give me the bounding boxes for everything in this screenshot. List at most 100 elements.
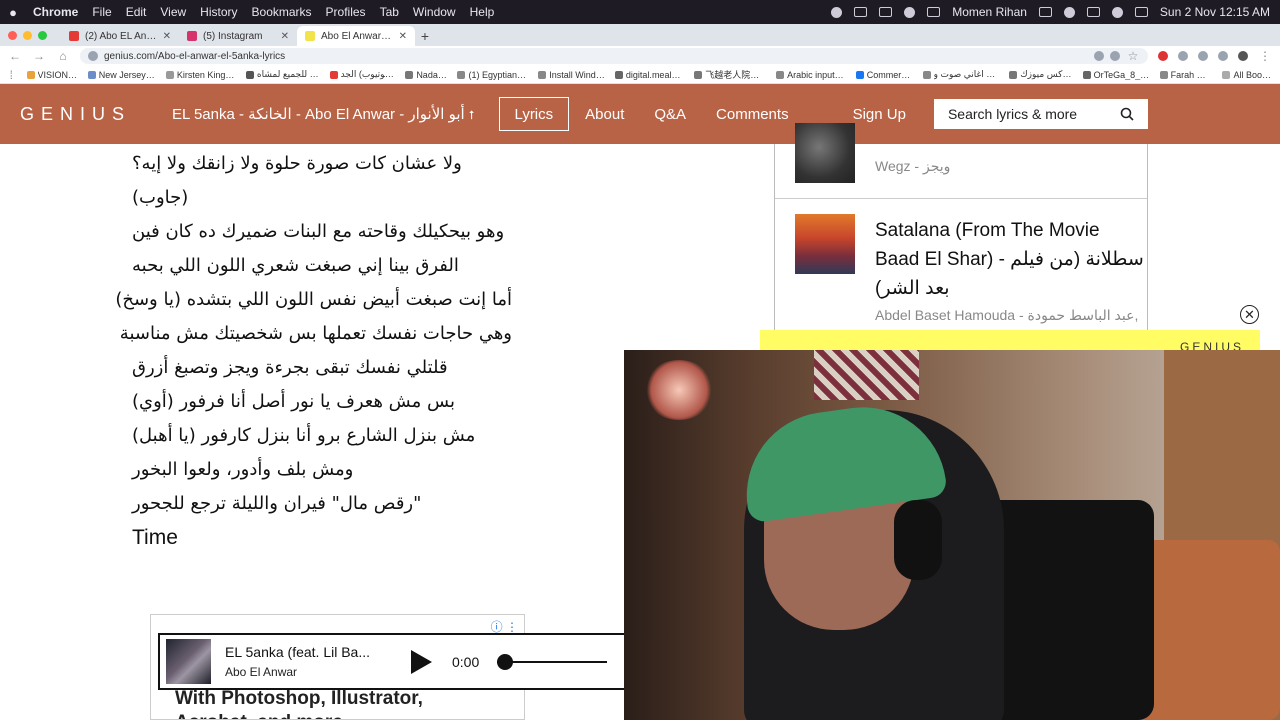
bookmark-item[interactable]: Farah Wahdan [1159,70,1212,80]
tab-instagram[interactable]: (5) Instagram ✕ [179,26,297,46]
menu-profiles[interactable]: Profiles [319,5,373,19]
status-app-icon[interactable] [831,6,843,18]
bookmark-item[interactable]: 飞越老人院电影_完... [694,68,766,81]
menu-chrome[interactable]: Chrome [26,5,85,19]
home-icon[interactable]: ⌂ [56,49,70,63]
close-ad-icon[interactable]: ✕ [1240,305,1259,324]
back-icon[interactable]: ← [8,49,22,63]
bookmark-item[interactable]: مجموعة اغاني صوت و... [922,69,999,80]
ad-text[interactable]: With Photoshop, Illustrator, Acrobat, and… [175,687,423,719]
bookmark-item[interactable]: VISION CLUB [26,70,78,80]
lyric-line[interactable]: (جاوب) [132,184,512,218]
bookmark-item[interactable]: Arabic input for Bo... [776,70,846,80]
lyric-line[interactable]: ومش بلف وأدور، ولعوا البخور [132,456,512,490]
control-center-icon[interactable] [1134,7,1148,17]
lyric-line[interactable]: أما إنت صبغت أبيض نفس اللون اللي بتشده (… [115,286,512,320]
bookmark-item[interactable]: السينما للجميع لمشاه... [245,69,320,80]
lyric-line[interactable]: بس مش هعرف يا نور أصل أنا فرفور (أوي) [132,388,512,422]
lyric-line[interactable]: الفرق بينا إني صبغت شعري اللون اللي بحبه [132,252,512,286]
minimize-window-button[interactable] [23,30,32,40]
menu-bookmarks[interactable]: Bookmarks [245,5,319,19]
search-input[interactable]: Search lyrics & more [933,99,1148,129]
play-icon[interactable] [411,649,432,674]
date-time[interactable]: Sun 2 Nov 12:15 AM [1160,5,1270,19]
song-artist[interactable]: Abdel Baset Hamouda - عبد الباسط حمودة, [875,307,1145,324]
player-artist[interactable]: Abo El Anwar [225,665,387,679]
bookmark-star-icon[interactable]: ☆ [1126,49,1140,63]
close-tab-icon[interactable]: ✕ [281,31,289,42]
play-status-icon[interactable] [904,6,916,18]
seek-track[interactable] [497,660,608,663]
battery-icon[interactable] [1086,7,1100,17]
address-bar[interactable]: genius.com/Abo-el-anwar-el-5anka-lyrics … [80,48,1148,64]
zoom-icon[interactable] [1110,51,1120,61]
profile-avatar-icon[interactable] [1238,51,1248,61]
all-bookmarks-button[interactable]: All Bookmarks [1222,70,1274,80]
bookmark-item[interactable]: New Jersey Amus... [87,70,156,80]
close-tab-icon[interactable]: ✕ [163,31,171,42]
apps-grid-icon[interactable]: ⁞ [6,68,17,82]
sign-up-link[interactable]: Sign Up [853,106,906,123]
lyric-line[interactable]: Time [132,524,512,558]
nav-lyrics[interactable]: Lyrics [498,97,570,131]
extension-icon[interactable] [1178,51,1188,61]
bookmark-item[interactable]: Kirsten King: Ursin... [165,70,236,80]
bookmark-item[interactable]: (1) Egyptian Game... [457,70,528,80]
extensions-puzzle-icon[interactable] [1198,51,1208,61]
close-tab-icon[interactable]: ✕ [399,31,407,42]
seek-slider[interactable] [497,653,608,670]
lyric-line[interactable]: قلتلي نفسك تبقى بجرءة ويجز وتصبغ أزرق [132,354,512,388]
reading-list-icon[interactable] [1218,51,1228,61]
tab-youtube[interactable]: (2) Abo EL Anwar X Lil Ba ✕ [61,26,179,46]
song-thumbnail[interactable] [795,214,855,274]
forward-icon[interactable]: → [32,49,46,63]
url-text[interactable]: genius.com/Abo-el-anwar-el-5anka-lyrics [104,51,1088,62]
nav-qa[interactable]: Q&A [654,106,686,123]
more-menu-icon[interactable]: ⋮ [1258,49,1272,63]
bookmark-item[interactable]: اغان (يوتيوب) الجد... [329,69,395,80]
bookmark-item[interactable]: دوبلوك اكس ميوزك [1009,69,1073,80]
nav-about[interactable]: About [585,106,624,123]
song-thumbnail[interactable] [795,123,855,183]
seek-handle[interactable] [497,653,514,670]
song-title-link[interactable]: Satalana (From The Movie Baad El Shar) -… [875,216,1145,303]
extension-record-icon[interactable] [1158,51,1168,61]
bookmark-item[interactable]: digital.meals: Smo... [614,70,684,80]
lyric-line[interactable]: وهي حاجات نفسك تعملها بس شخصيتك مش مناسب… [120,320,512,354]
wifi-icon[interactable] [1063,6,1075,18]
lyric-line[interactable]: مش بنزل الشارع برو أنا بنزل كارفور (يا أ… [132,422,512,456]
album-cover[interactable] [166,639,211,684]
volume-icon[interactable] [927,7,941,17]
menu-view[interactable]: View [153,5,193,19]
translate-icon[interactable] [1094,51,1104,61]
lyric-line[interactable]: "رقص مال" فيران والليلة ترجع للجحور [132,490,512,524]
tab-genius[interactable]: Abo El Anwar - أبو الأنوار – EL ✕ [297,26,415,46]
new-tab-button[interactable]: + [415,26,435,46]
bookmark-item[interactable]: Install Windows 7... [538,70,605,80]
player-title[interactable]: EL 5anka (feat. Lil Ba... [225,644,387,660]
user-name[interactable]: Momen Rihan [952,5,1027,19]
fullscreen-window-button[interactable] [38,30,47,40]
bookmark-item[interactable]: Commerce ASU [855,70,913,80]
screen-record-icon[interactable] [854,7,868,17]
menu-edit[interactable]: Edit [119,5,154,19]
song-title[interactable]: EL 5anka - الخانكة - Abo El Anwar - أبو … [172,105,475,123]
menu-window[interactable]: Window [406,5,463,19]
search-icon[interactable] [1120,107,1134,121]
menu-help[interactable]: Help [463,5,502,19]
site-info-icon[interactable] [88,51,98,61]
search-spotlight-icon[interactable] [1111,6,1123,18]
song-artist[interactable]: Wegz - ويجز [875,158,1145,175]
menu-file[interactable]: File [85,5,118,19]
bookmark-item[interactable]: Nada Amer [405,70,447,80]
menu-tab[interactable]: Tab [373,5,406,19]
bookmark-item[interactable]: OrTeGa_8_DeMo... [1082,70,1150,80]
bluetooth-icon[interactable] [1038,7,1052,17]
lyric-line[interactable]: وهو بيحكيلك وقاحته مع البنات ضميرك ده كا… [132,218,512,252]
lyric-line[interactable]: ولا عشان كات صورة حلوة ولا زانقك ولا إيه… [132,150,512,184]
menu-history[interactable]: History [193,5,244,19]
genius-logo[interactable]: GENIUS [20,104,130,125]
apple-icon[interactable]: ● [0,5,26,20]
video-icon[interactable] [879,7,893,17]
nav-comments[interactable]: Comments [716,106,789,123]
